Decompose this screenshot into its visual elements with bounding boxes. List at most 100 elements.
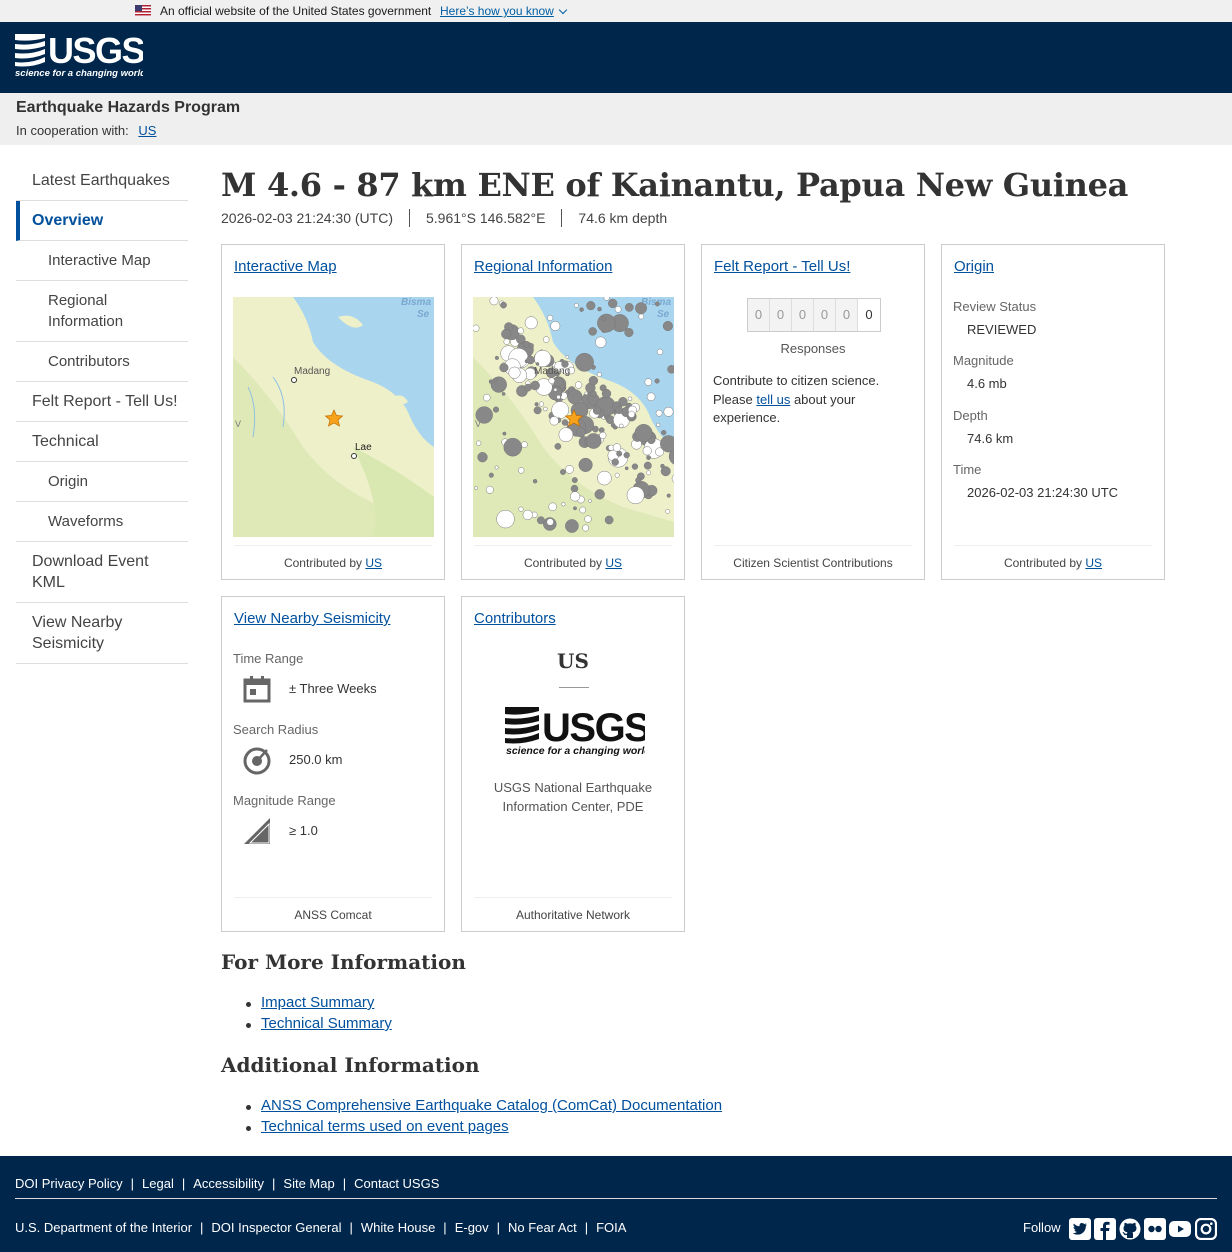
earthquake-marker — [604, 515, 614, 525]
contributed-by-us-link[interactable]: US — [605, 556, 622, 570]
twitter-icon[interactable] — [1069, 1218, 1091, 1240]
earthquake-marker — [550, 321, 561, 331]
calendar-icon — [243, 676, 271, 703]
review-status-value: REVIEWED — [967, 322, 1037, 337]
footer-link-inspector-general[interactable]: DOI Inspector General — [211, 1220, 341, 1235]
usgs-contributor-logo: USGS science for a changing world — [505, 705, 652, 764]
coop-us-link[interactable]: US — [138, 123, 156, 138]
footer-link-contact[interactable]: Contact USGS — [354, 1176, 439, 1191]
responses-label: Responses — [780, 341, 846, 356]
event-location: 5.961°S 146.582°E — [409, 209, 561, 227]
contributed-by-us-link[interactable]: US — [1085, 556, 1102, 570]
svg-text:Se: Se — [417, 309, 430, 320]
earthquake-marker — [608, 298, 618, 309]
earthquake-marker — [570, 491, 581, 502]
list-item: Technical Summary — [246, 1015, 392, 1036]
earthquake-marker — [574, 303, 579, 308]
github-icon[interactable] — [1119, 1218, 1141, 1240]
program-band: Earthquake Hazards Program In cooperatio… — [0, 93, 1232, 145]
earthquake-marker — [642, 446, 652, 456]
impact-summary-link[interactable]: Impact Summary — [261, 994, 374, 1011]
instagram-icon[interactable] — [1195, 1218, 1217, 1240]
magnitude-range-label: Magnitude Range — [233, 793, 336, 808]
sidebar-item-waveforms[interactable]: Waveforms — [16, 502, 188, 542]
earthquake-marker — [579, 506, 587, 514]
origin-link[interactable]: Origin — [954, 258, 994, 275]
felt-description: Contribute to citizen science. Please te… — [713, 372, 903, 428]
sidebar-item-contributors[interactable]: Contributors — [16, 342, 188, 382]
footer-link-egov[interactable]: E-gov — [455, 1220, 489, 1235]
gov-banner: An official website of the United States… — [0, 0, 1232, 22]
earthquake-marker — [558, 427, 574, 443]
interactive-map-link[interactable]: Interactive Map — [234, 258, 337, 275]
sidebar-item-download-kml[interactable]: Download Event KML — [16, 542, 188, 603]
regional-information-link[interactable]: Regional Information — [474, 258, 612, 275]
earthquake-marker — [627, 396, 633, 402]
earthquake-marker — [578, 457, 593, 472]
regional-seismicity-map-image[interactable]: Bisma Se V Madang — [473, 297, 674, 537]
earthquake-marker — [590, 390, 597, 398]
earthquake-marker — [592, 406, 602, 415]
site-footer: DOI Privacy Policy | Legal | Accessibility… — [0, 1156, 1232, 1252]
interactive-map-image[interactable]: Bisma Se Madang Lae V — [233, 297, 434, 537]
footer-link-legal[interactable]: Legal — [142, 1176, 174, 1191]
card-contributors: Contributors US USGS science for a chang… — [461, 596, 685, 932]
comcat-docs-link[interactable]: ANSS Comprehensive Earthquake Catalog (C… — [261, 1097, 722, 1114]
footer-link-privacy[interactable]: DOI Privacy Policy — [15, 1176, 123, 1191]
footer-link-foia[interactable]: FOIA — [596, 1220, 626, 1235]
list-item: Technical terms used on event pages — [245, 1118, 722, 1139]
sidebar-item-technical[interactable]: Technical — [16, 422, 188, 462]
footer-link-accessibility[interactable]: Accessibility — [193, 1176, 264, 1191]
earthquake-marker — [553, 377, 564, 388]
sidebar-item-origin[interactable]: Origin — [16, 462, 188, 502]
card-felt-report: Felt Report - Tell Us! 0 0 0 0 0 0 Respo… — [701, 244, 925, 580]
footer-link-white-house[interactable]: White House — [361, 1220, 435, 1235]
earthquake-marker — [518, 506, 524, 512]
sidebar-item-latest-earthquakes[interactable]: Latest Earthquakes — [16, 161, 188, 201]
footer-link-site-map[interactable]: Site Map — [283, 1176, 334, 1191]
time-range-label: Time Range — [233, 651, 304, 666]
how-you-know-link[interactable]: Here’s how you know — [440, 4, 568, 18]
interactive-map-footer: Contributed by US — [234, 545, 432, 579]
nearby-seismicity-link[interactable]: View Nearby Seismicity — [234, 610, 390, 627]
sidebar-item-nearby-seismicity[interactable]: View Nearby Seismicity — [16, 603, 188, 664]
earthquake-marker — [626, 486, 645, 505]
earthquake-marker — [635, 477, 642, 484]
youtube-icon[interactable] — [1169, 1218, 1191, 1240]
time-value: 2026-02-03 21:24:30 UTC — [967, 485, 1119, 500]
search-radius-value: 250.0 km — [289, 752, 343, 767]
contributors-link[interactable]: Contributors — [474, 610, 556, 627]
card-nearby-seismicity: View Nearby Seismicity Time Range ± Thre… — [221, 596, 445, 932]
counter-digit: 0 — [748, 299, 770, 331]
sidebar-item-overview[interactable]: Overview — [16, 201, 188, 241]
contributed-by-us-link[interactable]: US — [365, 556, 382, 570]
usgs-logo[interactable]: USGS science for a changing world — [15, 30, 146, 84]
counter-digit: 0 — [770, 299, 792, 331]
footer-link-no-fear-act[interactable]: No Fear Act — [508, 1220, 577, 1235]
event-depth: 74.6 km depth — [561, 209, 683, 227]
earthquake-marker — [597, 313, 616, 333]
earthquake-marker — [565, 519, 579, 533]
program-title[interactable]: Earthquake Hazards Program — [16, 99, 240, 117]
earthquake-marker — [494, 465, 499, 470]
earthquake-marker — [485, 485, 494, 494]
earthquake-marker — [612, 443, 622, 452]
technical-summary-link[interactable]: Technical Summary — [261, 1015, 392, 1032]
separator: | — [181, 1176, 186, 1191]
technical-terms-link[interactable]: Technical terms used on event pages — [261, 1118, 509, 1135]
flickr-icon[interactable] — [1144, 1218, 1166, 1240]
sidebar-item-felt-report[interactable]: Felt Report - Tell Us! — [16, 382, 188, 422]
event-title: M 4.6 - 87 km ENE of Kainantu, Papua New… — [221, 166, 1129, 204]
facebook-icon[interactable] — [1094, 1218, 1116, 1240]
earthquake-marker — [565, 355, 570, 359]
tell-us-link[interactable]: tell us — [756, 392, 790, 407]
sidebar-item-regional-information[interactable]: Regional Information — [16, 281, 188, 342]
sidebar-item-interactive-map[interactable]: Interactive Map — [16, 241, 188, 281]
earthquake-marker — [654, 378, 660, 384]
earthquake-marker — [588, 499, 592, 503]
footer-link-doi[interactable]: U.S. Department of the Interior — [15, 1220, 192, 1235]
time-label: Time — [953, 462, 982, 477]
usgs-wave-icon: USGS science for a changing world — [15, 30, 146, 79]
felt-report-link[interactable]: Felt Report - Tell Us! — [714, 258, 850, 275]
event-meta: 2026-02-03 21:24:30 (UTC) 5.961°S 146.58… — [221, 209, 683, 227]
